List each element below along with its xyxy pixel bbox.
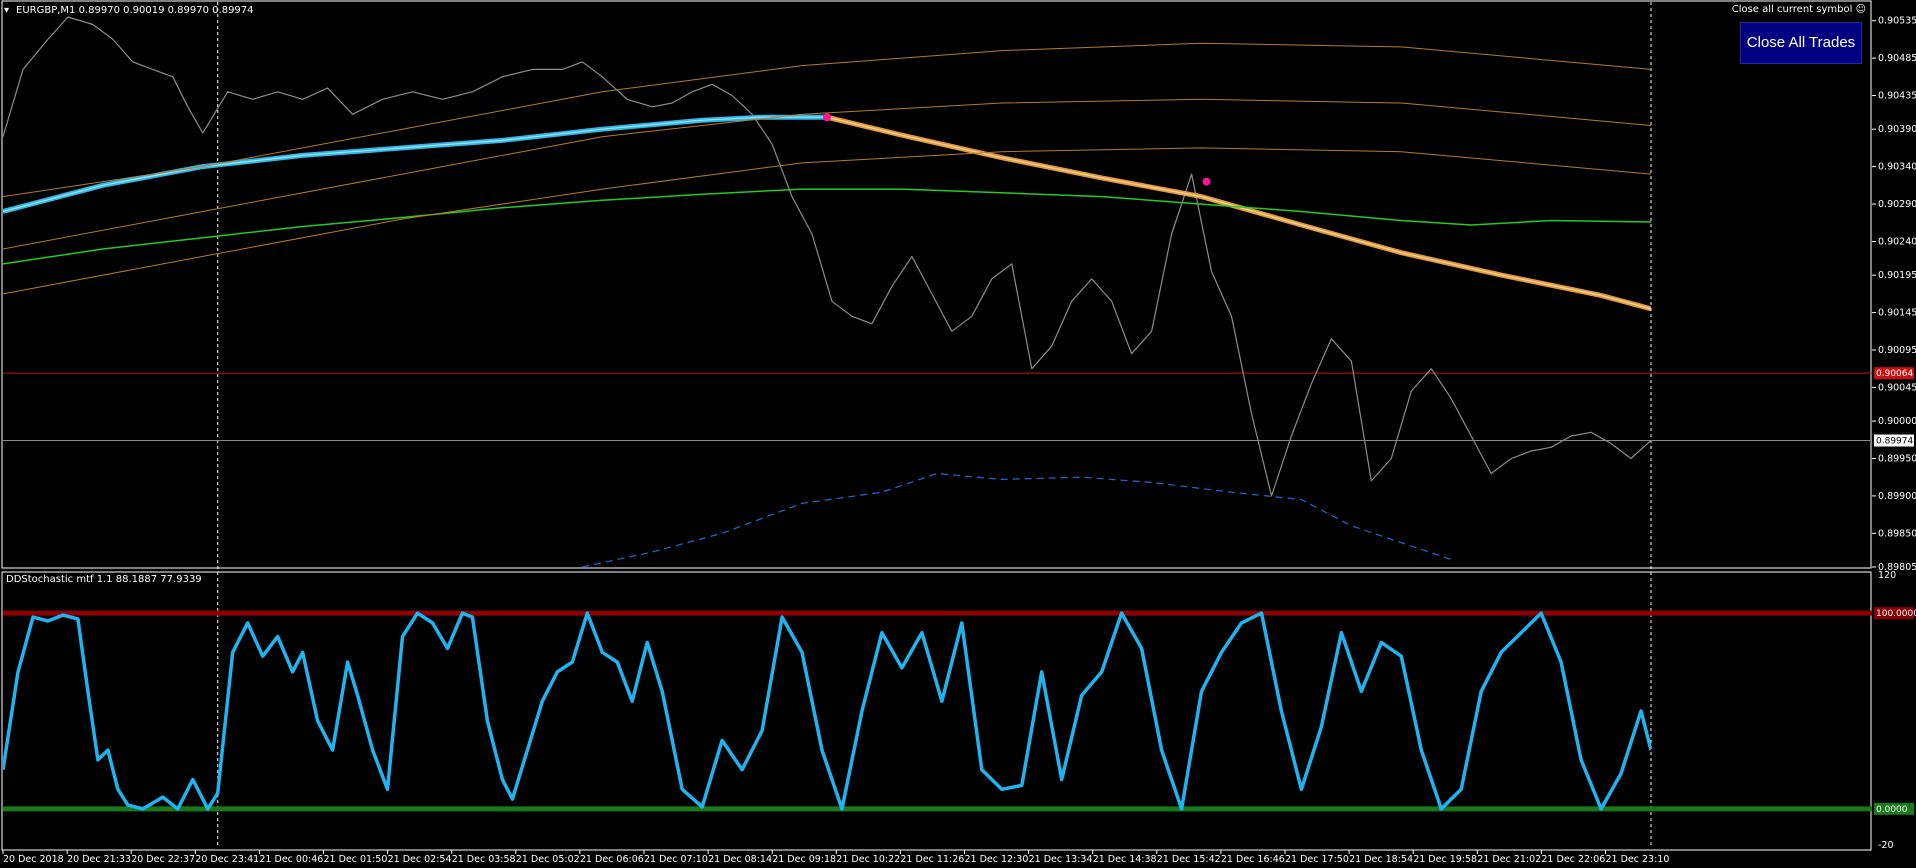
- stoch-axis-bottom: -20: [1878, 840, 1894, 851]
- time-tick-label: 20 Dec 22:37: [131, 854, 195, 865]
- time-tick-label: 21 Dec 09:18: [772, 854, 836, 865]
- series-blue_dashed: [582, 472, 1452, 567]
- time-tick-label: 21 Dec 22:06: [1541, 854, 1605, 865]
- price-header-arrow[interactable]: ▾: [4, 5, 9, 16]
- stochastic-pane[interactable]: [1, 571, 1872, 851]
- series-envelope_2: [3, 98, 1651, 250]
- time-tick-label: 21 Dec 07:10: [644, 854, 708, 865]
- time-tick-label: 21 Dec 00:46: [259, 854, 323, 865]
- time-tick-label: 21 Dec 23:10: [1606, 854, 1670, 865]
- stoch-lower-tag: 0.0000: [1876, 805, 1908, 815]
- cross-marker: [1202, 177, 1211, 186]
- series-ma_slow-highlight: [826, 116, 1651, 310]
- time-tick-label: 21 Dec 13:34: [1029, 854, 1093, 865]
- price-tick-label: 0.90485: [1878, 53, 1916, 64]
- series-stoch: [3, 611, 1651, 811]
- time-tick-label: 21 Dec 03:58: [452, 854, 516, 865]
- time-tick-label: 21 Dec 06:06: [580, 854, 644, 865]
- price-pane-frame: [1, 0, 1872, 569]
- time-tick-label: 21 Dec 02:54: [388, 854, 452, 865]
- time-tick-label: 21 Dec 05:02: [516, 854, 580, 865]
- time-tick-label: 21 Dec 16:46: [1221, 854, 1285, 865]
- close-current-symbol-label[interactable]: Close all current symbol ☺: [1732, 4, 1866, 15]
- price-tick-label: 0.90340: [1878, 162, 1916, 173]
- price-tick-label: 0.90290: [1878, 199, 1916, 210]
- time-tick-label: 21 Dec 15:42: [1157, 854, 1221, 865]
- price-tick-label: 0.90535: [1878, 16, 1916, 27]
- chart-canvas: 0.90535 0.90485 0.90435 0.90390 0.90340 0.902…: [1, 0, 1916, 865]
- price-tick-label: 0.90435: [1878, 91, 1916, 102]
- time-tick-label: 21 Dec 11:26: [900, 854, 964, 865]
- stochastic-title: DDStochastic mtf 1.1 88.1887 77.9339: [6, 574, 202, 585]
- price-tick-label: 0.90195: [1878, 270, 1916, 281]
- price-pane[interactable]: [1, 0, 1872, 848]
- time-tick-label: 20 Dec 2018: [3, 854, 64, 865]
- cross-marker: [823, 113, 831, 122]
- time-tick-label: 21 Dec 21:02: [1477, 854, 1541, 865]
- series-ma_fast: [3, 114, 827, 214]
- price-tick-label: 0.89900: [1878, 491, 1916, 502]
- time-tick-label: 21 Dec 14:38: [1093, 854, 1157, 865]
- price-tick-label: 0.90000: [1878, 416, 1916, 427]
- price-tick-label: 0.90095: [1878, 345, 1916, 356]
- price-tick-label: 0.89950: [1878, 453, 1916, 464]
- price-tick-label: 0.90145: [1878, 308, 1916, 319]
- price-tick-label: 0.90240: [1878, 236, 1916, 247]
- time-tick-label: 21 Dec 01:50: [324, 854, 388, 865]
- price-tick-label: 0.90390: [1878, 124, 1916, 135]
- price-tick-label: 0.89850: [1878, 528, 1916, 539]
- time-tick-label: 21 Dec 19:58: [1413, 854, 1477, 865]
- time-tick-label: 21 Dec 17:50: [1285, 854, 1349, 865]
- series-price: [3, 16, 1651, 497]
- time-tick-label: 21 Dec 18:54: [1349, 854, 1413, 865]
- symbol-header: EURGBP,M1 0.89970 0.90019 0.89970 0.8997…: [16, 5, 254, 16]
- time-tick-label: 21 Dec 08:14: [708, 854, 772, 865]
- red-level-tag: 0.90064: [1876, 369, 1913, 379]
- smiley-icon: ☺: [1855, 4, 1866, 15]
- time-tick-label: 21 Dec 10:22: [836, 854, 900, 865]
- close-all-trades-button[interactable]: Close All Trades: [1740, 22, 1862, 64]
- time-tick-label: 20 Dec 21:33: [67, 854, 131, 865]
- series-ma_fast-highlight: [3, 116, 827, 213]
- price-tick-label: 0.90045: [1878, 382, 1916, 393]
- current-price-tag: 0.89974: [1876, 437, 1913, 447]
- time-tick-label: 21 Dec 12:30: [965, 854, 1029, 865]
- stoch-upper-tag: 100.0000: [1876, 609, 1916, 619]
- time-tick-label: 20 Dec 23:41: [195, 854, 259, 865]
- stoch-axis-top: 120: [1878, 570, 1896, 581]
